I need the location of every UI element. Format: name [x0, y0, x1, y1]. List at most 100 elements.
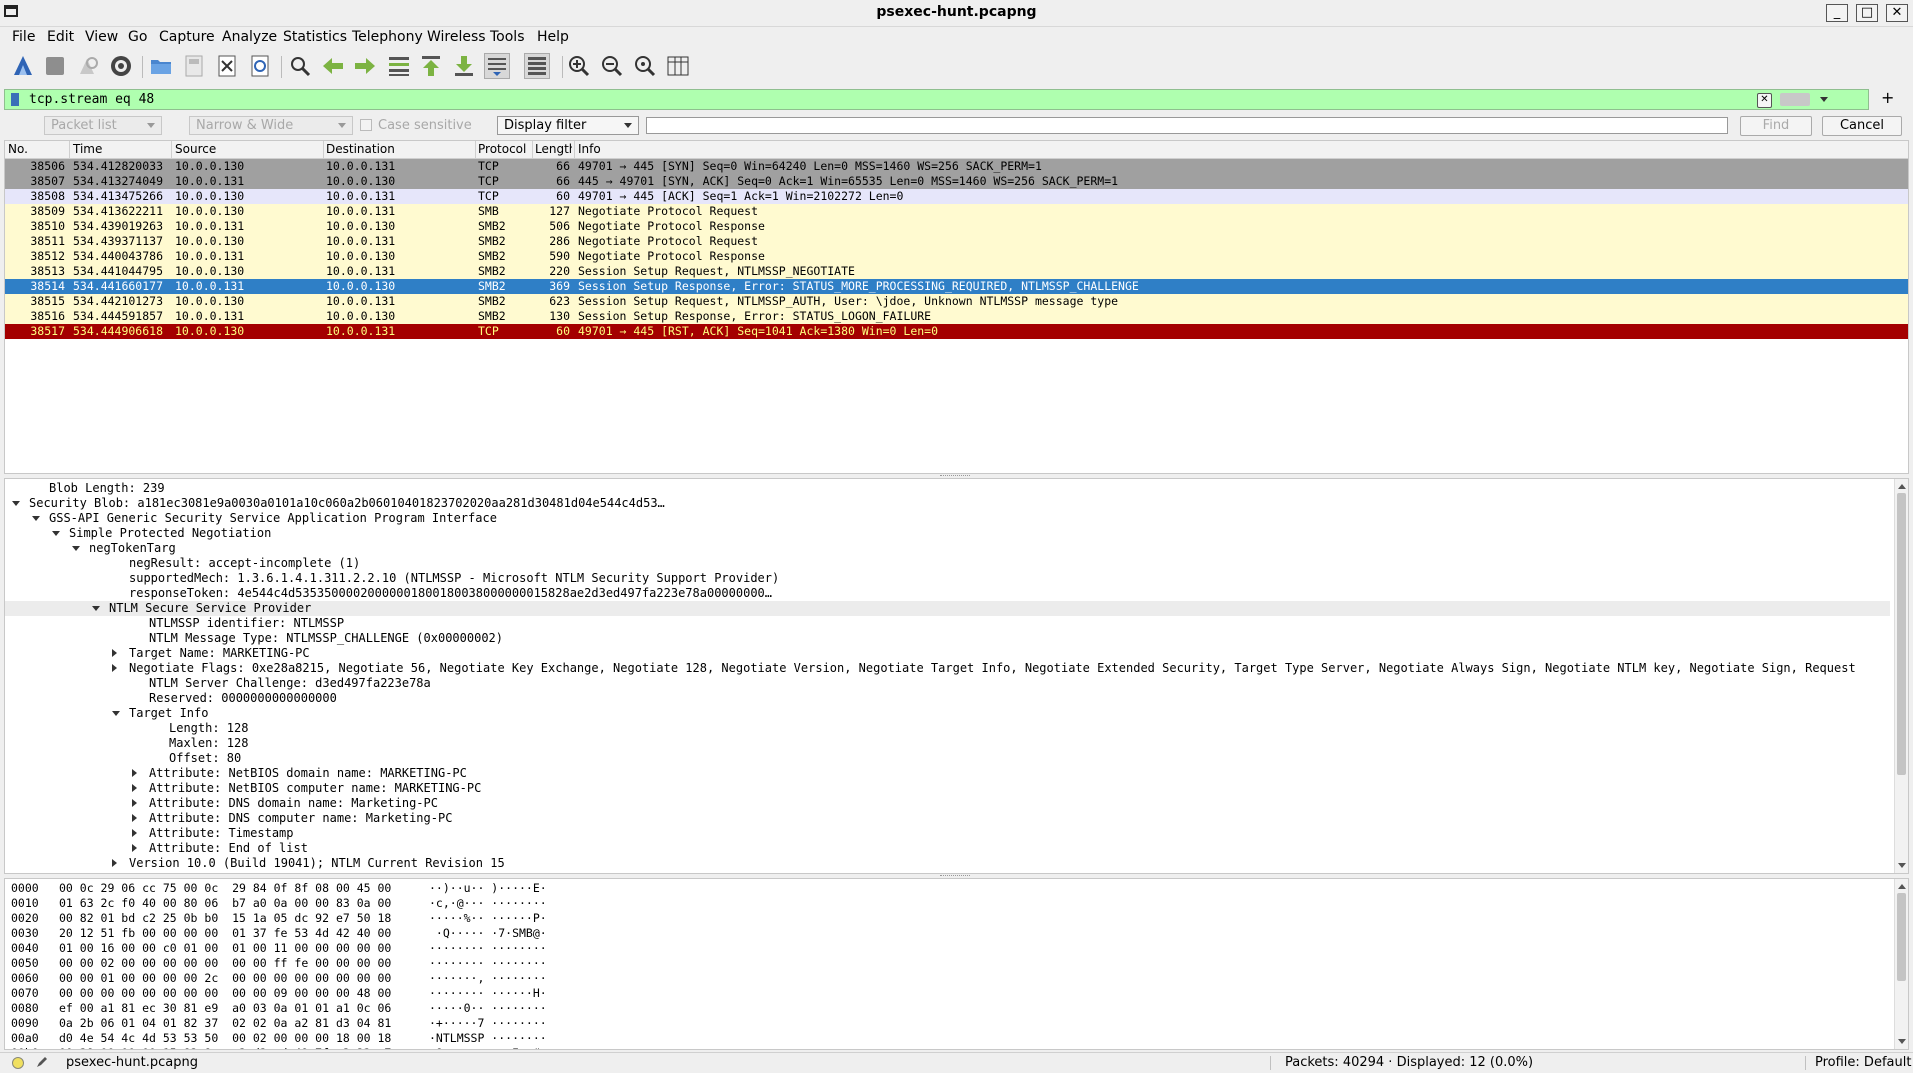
capture-options-icon[interactable]	[108, 53, 134, 79]
char-width-combo[interactable]: Narrow & Wide	[189, 116, 353, 135]
stop-capture-icon[interactable]	[42, 53, 68, 79]
colorize-icon[interactable]	[524, 53, 550, 79]
collapsed-triangle-icon[interactable]	[112, 664, 117, 672]
detail-line[interactable]: NTLM Server Challenge: d3ed497fa223e78a	[5, 676, 1890, 691]
packet-row[interactable]: 38508 534.413475266 10.0.0.130 10.0.0.131 TC…	[5, 189, 1908, 204]
collapsed-triangle-icon[interactable]	[132, 829, 137, 837]
detail-line[interactable]: supportedMech: 1.3.6.1.4.1.311.2.2.10 (N…	[5, 571, 1890, 586]
collapsed-triangle-icon[interactable]	[112, 859, 117, 867]
scroll-down-icon[interactable]	[1898, 1039, 1906, 1044]
packet-details[interactable]: Blob Length: 239 Security Blob: a181ec308…	[4, 478, 1909, 874]
collapsed-triangle-icon[interactable]	[132, 799, 137, 807]
minimize-button[interactable]: _	[1826, 4, 1848, 22]
find-packet-icon[interactable]	[287, 53, 313, 79]
expanded-triangle-icon[interactable]	[72, 546, 80, 551]
last-packet-icon[interactable]	[451, 53, 477, 79]
expanded-triangle-icon[interactable]	[52, 531, 60, 536]
details-scroll-thumb[interactable]	[1897, 493, 1906, 775]
detail-line[interactable]: responseToken: 4e544c4d53535000020000001…	[5, 586, 1890, 601]
detail-line[interactable]: Negotiate Flags: 0xe28a8215, Negotiate 5…	[5, 661, 1890, 676]
detail-line[interactable]: Blob Length: 239	[5, 481, 1890, 496]
capture-comment-icon[interactable]	[36, 1056, 48, 1068]
detail-line[interactable]: Target Info	[5, 706, 1890, 721]
case-sensitive-checkbox[interactable]	[360, 119, 372, 131]
bytes-scrollbar[interactable]	[1894, 879, 1908, 1049]
open-file-icon[interactable]	[148, 53, 174, 79]
scroll-up-icon[interactable]	[1898, 884, 1906, 889]
collapsed-triangle-icon[interactable]	[112, 649, 117, 657]
scroll-down-icon[interactable]	[1898, 863, 1906, 868]
detail-line[interactable]: Simple Protected Negotiation	[5, 526, 1890, 541]
reload-file-icon[interactable]	[247, 53, 273, 79]
go-back-icon[interactable]	[320, 53, 346, 79]
go-to-packet-icon[interactable]	[386, 53, 412, 79]
col-header-destination[interactable]: Destination	[326, 142, 395, 156]
col-header-source[interactable]: Source	[175, 142, 216, 156]
detail-line[interactable]: Reserved: 0000000000000000	[5, 691, 1890, 706]
detail-line[interactable]: Attribute: DNS computer name: Marketing-…	[5, 811, 1890, 826]
details-scrollbar[interactable]	[1894, 479, 1908, 873]
find-input[interactable]	[646, 117, 1728, 134]
restart-capture-icon[interactable]	[75, 53, 101, 79]
detail-line[interactable]: Length: 128	[5, 721, 1890, 736]
cancel-button[interactable]: Cancel	[1822, 116, 1902, 136]
collapsed-triangle-icon[interactable]	[132, 784, 137, 792]
find-button[interactable]: Find	[1740, 116, 1812, 136]
zoom-out-icon[interactable]	[599, 53, 625, 79]
detail-line[interactable]: negResult: accept-incomplete (1)	[5, 556, 1890, 571]
search-in-combo[interactable]: Packet list	[44, 116, 162, 135]
packet-row[interactable]: 38515 534.442101273 10.0.0.130 10.0.0.131 SM…	[5, 294, 1908, 309]
detail-line[interactable]: Security Blob: a181ec3081e9a0030a0101a10…	[5, 496, 1890, 511]
menu-telephony[interactable]: Telephony	[352, 29, 423, 45]
expanded-triangle-icon[interactable]	[12, 501, 20, 506]
detail-line[interactable]: Attribute: Timestamp	[5, 826, 1890, 841]
collapsed-triangle-icon[interactable]	[132, 814, 137, 822]
filter-history-chevron-icon[interactable]	[1820, 97, 1828, 102]
detail-line[interactable]: Offset: 80	[5, 751, 1890, 766]
close-button[interactable]: ✕	[1886, 4, 1908, 22]
expanded-triangle-icon[interactable]	[112, 711, 120, 716]
detail-line[interactable]: Attribute: End of list	[5, 841, 1890, 856]
menu-help[interactable]: Help	[537, 29, 569, 45]
col-header-info[interactable]: Info	[578, 142, 601, 156]
menu-go[interactable]: Go	[128, 29, 147, 45]
col-header-no[interactable]: No.	[8, 142, 28, 156]
apply-filter-icon[interactable]	[1780, 93, 1810, 106]
detail-line[interactable]: Version 10.0 (Build 19041); NTLM Current…	[5, 856, 1890, 871]
packet-row[interactable]: 38513 534.441044795 10.0.0.130 10.0.0.131 SM…	[5, 264, 1908, 279]
bytes-scroll-thumb[interactable]	[1897, 893, 1906, 981]
packet-row[interactable]: 38511 534.439371137 10.0.0.130 10.0.0.131 SM…	[5, 234, 1908, 249]
packet-row[interactable]: 38512 534.440043786 10.0.0.131 10.0.0.130 SM…	[5, 249, 1908, 264]
menu-file[interactable]: File	[12, 29, 35, 45]
status-profile[interactable]: Profile: Default	[1815, 1055, 1911, 1070]
autoscroll-icon[interactable]	[484, 53, 510, 79]
scroll-up-icon[interactable]	[1898, 484, 1906, 489]
detail-line[interactable]: NTLM Message Type: NTLMSSP_CHALLENGE (0x…	[5, 631, 1890, 646]
detail-line[interactable]: Attribute: DNS domain name: Marketing-PC	[5, 796, 1890, 811]
add-filter-button-icon[interactable]: +	[1881, 88, 1894, 107]
menu-wireless[interactable]: Wireless	[427, 29, 486, 45]
detail-line[interactable]: GSS-API Generic Security Service Applica…	[5, 511, 1890, 526]
menu-statistics[interactable]: Statistics	[283, 29, 347, 45]
menu-edit[interactable]: Edit	[47, 29, 74, 45]
menu-capture[interactable]: Capture	[159, 29, 215, 45]
save-file-icon[interactable]	[181, 53, 207, 79]
close-file-icon[interactable]	[214, 53, 240, 79]
packet-row[interactable]: 38507 534.413274049 10.0.0.131 10.0.0.130 TC…	[5, 174, 1908, 189]
display-filter-input[interactable]: tcp.stream eq 48 ✕	[4, 89, 1869, 110]
menu-analyze[interactable]: Analyze	[222, 29, 277, 45]
menu-view[interactable]: View	[85, 29, 118, 45]
menu-tools[interactable]: Tools	[490, 29, 525, 45]
search-type-combo[interactable]: Display filter	[497, 116, 639, 135]
start-capture-icon[interactable]	[10, 53, 36, 79]
packet-row[interactable]: 38517 534.444906618 10.0.0.130 10.0.0.131 TC…	[5, 324, 1908, 339]
zoom-reset-icon[interactable]	[632, 53, 658, 79]
detail-line[interactable]: NTLM Secure Service Provider	[5, 601, 1890, 616]
resize-columns-icon[interactable]	[665, 53, 691, 79]
first-packet-icon[interactable]	[418, 53, 444, 79]
collapsed-triangle-icon[interactable]	[132, 844, 137, 852]
detail-line[interactable]: Target Name: MARKETING-PC	[5, 646, 1890, 661]
packet-list[interactable]: No. Time Source Destination Protocol Len…	[4, 140, 1909, 474]
detail-line[interactable]: Attribute: NetBIOS computer name: MARKET…	[5, 781, 1890, 796]
go-forward-icon[interactable]	[352, 53, 378, 79]
